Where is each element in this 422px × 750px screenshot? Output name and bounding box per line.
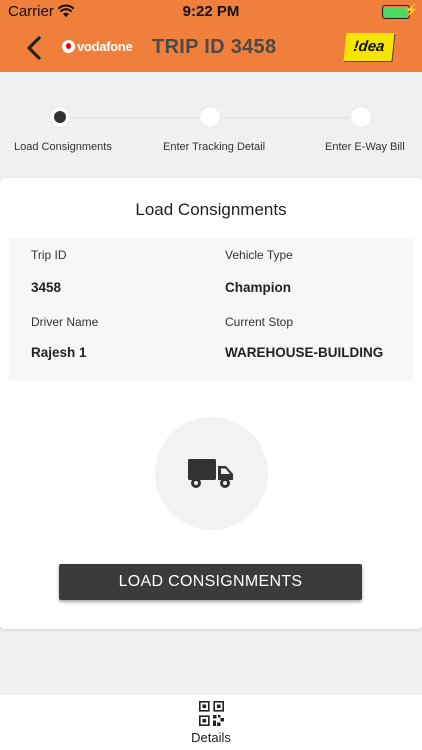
truck-icon-badge xyxy=(155,417,268,530)
page-title: TRIP ID 3458 xyxy=(152,36,277,58)
truck-icon xyxy=(188,459,233,488)
qr-code-icon xyxy=(199,701,224,726)
vehicle-type-value: Champion xyxy=(225,280,291,295)
bottom-tab-bar: Details xyxy=(0,695,422,750)
vehicle-type-label: Vehicle Type xyxy=(225,248,293,262)
status-bar: Carrier 9:22 PM ⚡ xyxy=(0,0,422,24)
current-stop-value: WAREHOUSE-BUILDING xyxy=(225,345,384,360)
step-indicator-enter-eway-bill xyxy=(351,107,371,127)
trip-info-panel: Trip ID 3458 Vehicle Type Champion Drive… xyxy=(9,238,413,381)
vodafone-mark-icon xyxy=(62,40,75,53)
load-consignments-card: Load Consignments Trip ID 3458 Vehicle T… xyxy=(0,178,422,629)
step-label-enter-tracking-detail: Enter Tracking Detail xyxy=(163,141,266,153)
tab-details-label: Details xyxy=(191,730,231,745)
progress-stepper: Load Consignments Enter Tracking Detail … xyxy=(0,72,422,172)
step-indicator-load-consignments xyxy=(50,107,70,127)
driver-name-label: Driver Name xyxy=(31,315,99,329)
idea-logo-text: !dea xyxy=(352,38,386,55)
app-header: vodafone TRIP ID 3458 !dea xyxy=(0,24,422,72)
back-arrow-icon[interactable] xyxy=(24,35,46,61)
clock: 9:22 PM xyxy=(182,3,240,20)
step-label-load-consignments: Load Consignments xyxy=(14,141,112,153)
charging-icon: ⚡ xyxy=(404,3,419,17)
current-stop-label: Current Stop xyxy=(225,315,294,329)
step-indicator-enter-tracking-detail xyxy=(200,107,220,127)
load-consignments-button[interactable]: LOAD CONSIGNMENTS xyxy=(59,564,362,600)
trip-id-label: Trip ID xyxy=(31,248,67,262)
card-title: Load Consignments xyxy=(135,200,287,219)
step-label-enter-eway-bill: Enter E-Way Bill xyxy=(325,141,405,153)
driver-name-value: Rajesh 1 xyxy=(31,345,87,360)
tab-details[interactable]: Details xyxy=(180,699,242,747)
idea-logo: !dea xyxy=(343,33,395,61)
trip-id-value: 3458 xyxy=(31,280,62,295)
vodafone-logo-text: vodafone xyxy=(77,39,133,54)
